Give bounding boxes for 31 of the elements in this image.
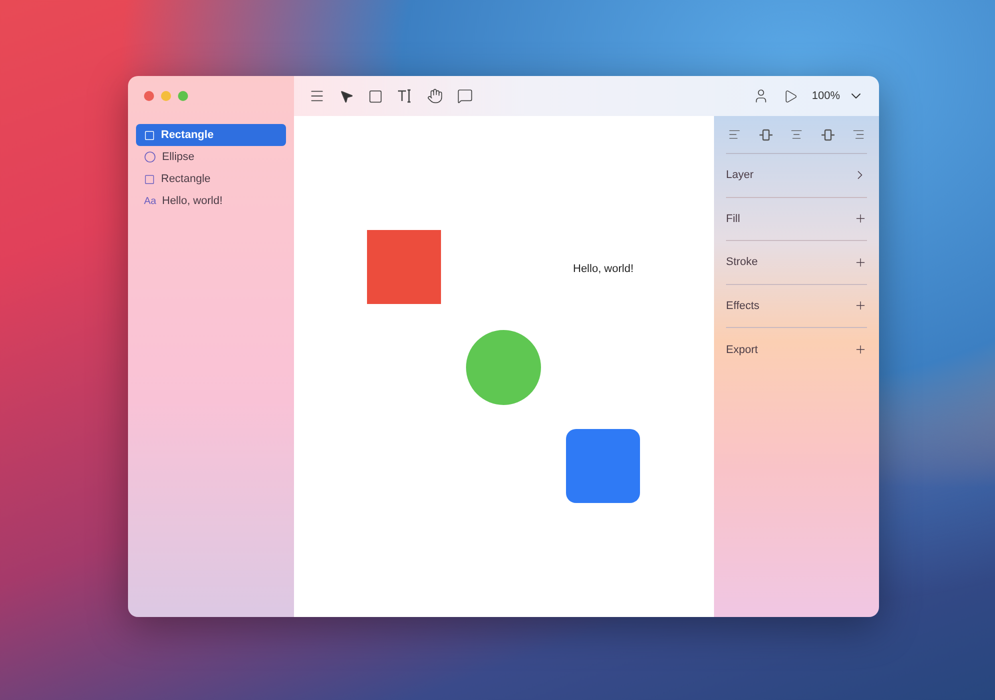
text-layer-glyph: Aa bbox=[144, 194, 156, 208]
layer-item[interactable]: Rectangle bbox=[136, 124, 286, 146]
menu-icon[interactable] bbox=[309, 88, 325, 104]
pointer-tool-icon[interactable] bbox=[339, 88, 354, 104]
align-center-icon[interactable] bbox=[790, 128, 803, 141]
panel-section[interactable]: Layer bbox=[726, 154, 867, 198]
plus-icon bbox=[854, 299, 867, 312]
square-icon bbox=[144, 130, 155, 140]
comment-tool-icon[interactable] bbox=[457, 88, 473, 104]
rectangle-tool-icon[interactable] bbox=[368, 88, 383, 104]
plus-icon bbox=[854, 343, 867, 356]
plus-icon bbox=[854, 212, 867, 226]
panel-section[interactable]: Stroke bbox=[726, 241, 867, 284]
layer-item[interactable]: Rectangle bbox=[136, 168, 286, 190]
text-tool-icon[interactable] bbox=[397, 88, 413, 104]
play-icon[interactable] bbox=[782, 88, 798, 104]
panel-section[interactable]: Export bbox=[726, 328, 867, 372]
plus-icon bbox=[854, 256, 867, 269]
zoom-dropdown[interactable]: 100% bbox=[812, 88, 864, 104]
align-horizontal-center-icon[interactable] bbox=[758, 128, 772, 142]
panel-section[interactable]: Fill bbox=[726, 198, 867, 241]
panel-section[interactable]: Effects bbox=[726, 284, 867, 328]
layer-item[interactable]: Aa Hello, world! bbox=[136, 190, 286, 212]
align-right-icon[interactable] bbox=[852, 128, 865, 141]
layer-item[interactable]: Ellipse bbox=[136, 146, 286, 168]
square-icon bbox=[144, 174, 155, 184]
align-vertical-center-icon[interactable] bbox=[820, 128, 834, 142]
canvas-text: Hello, world! bbox=[573, 262, 634, 277]
align-left-icon[interactable] bbox=[728, 128, 741, 141]
hand-tool-icon[interactable] bbox=[427, 88, 443, 104]
circle-icon bbox=[144, 151, 156, 163]
